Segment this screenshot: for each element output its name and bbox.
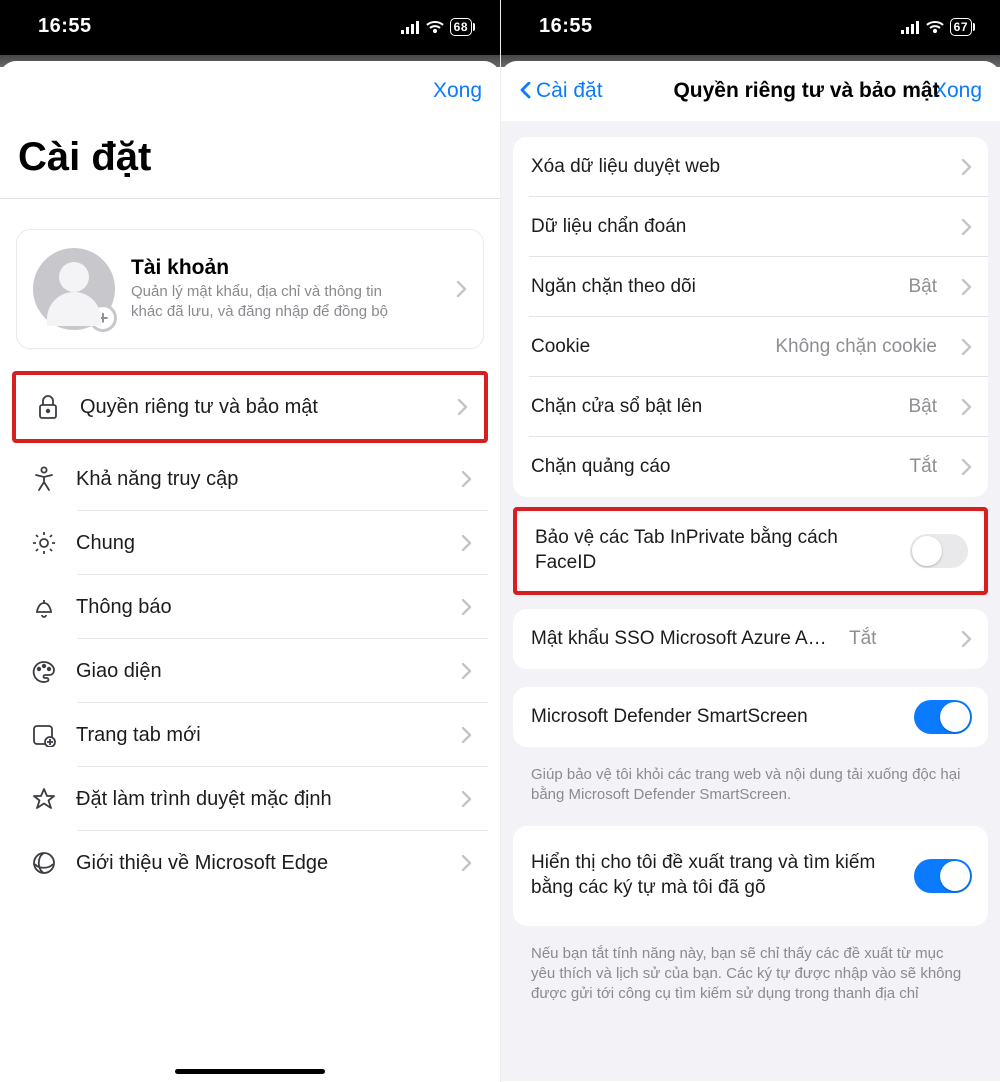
home-indicator[interactable] bbox=[175, 1069, 325, 1074]
row-label: Hiển thị cho tôi đề xuất trang và tìm ki… bbox=[531, 851, 896, 900]
row-value: Không chặn cookie bbox=[775, 336, 937, 358]
row-accessibility[interactable]: Khả năng truy cập bbox=[12, 447, 488, 511]
row-clear-browsing-data[interactable]: Xóa dữ liệu duyệt web bbox=[513, 137, 988, 197]
cellular-signal-icon bbox=[401, 20, 420, 34]
row-notifications[interactable]: Thông báo bbox=[12, 575, 488, 639]
toggle-suggestions[interactable] bbox=[914, 859, 972, 893]
privacy-group-1: Xóa dữ liệu duyệt web Dữ liệu chẩn đoán … bbox=[513, 137, 988, 497]
new-tab-icon bbox=[30, 723, 58, 747]
star-icon bbox=[30, 786, 58, 812]
row-popup-blocker[interactable]: Chặn cửa sổ bật lên Bật bbox=[513, 377, 988, 437]
chevron-right-icon bbox=[461, 471, 472, 487]
row-label: Trang tab mới bbox=[76, 724, 443, 747]
row-search-suggestions[interactable]: Hiển thị cho tôi đề xuất trang và tìm ki… bbox=[513, 826, 988, 926]
chevron-right-icon bbox=[961, 339, 972, 355]
chevron-right-icon bbox=[961, 279, 972, 295]
row-appearance[interactable]: Giao diện bbox=[12, 639, 488, 703]
row-label: Giới thiệu về Microsoft Edge bbox=[76, 852, 443, 875]
account-title: Tài khoản bbox=[131, 256, 391, 280]
row-label: Chặn cửa sổ bật lên bbox=[531, 396, 890, 418]
row-value: Bật bbox=[908, 276, 937, 298]
done-button[interactable]: Xong bbox=[433, 79, 482, 103]
row-label: Mật khẩu SSO Microsoft Azure Ac... bbox=[531, 628, 831, 650]
row-tracking-prevention[interactable]: Ngăn chặn theo dõi Bật bbox=[513, 257, 988, 317]
chevron-right-icon bbox=[961, 159, 972, 175]
row-ad-block[interactable]: Chặn quảng cáo Tắt bbox=[513, 437, 988, 497]
chevron-left-icon bbox=[519, 82, 532, 100]
account-subtitle: Quản lý mật khẩu, địa chỉ và thông tin k… bbox=[131, 282, 391, 323]
row-diagnostics[interactable]: Dữ liệu chẩn đoán bbox=[513, 197, 988, 257]
palette-icon bbox=[30, 659, 58, 683]
chevron-right-icon bbox=[461, 791, 472, 807]
row-value: Tắt bbox=[849, 628, 876, 650]
left-screenshot: 16:55 68 Xong Cài đặt + Tài khoản Quản l… bbox=[0, 0, 500, 1082]
row-label: Khả năng truy cập bbox=[76, 468, 443, 491]
row-new-tab[interactable]: Trang tab mới bbox=[12, 703, 488, 767]
row-label: Giao diện bbox=[76, 660, 443, 683]
status-bar: 16:55 67 bbox=[501, 0, 1000, 55]
chevron-right-icon bbox=[961, 459, 972, 475]
row-cookies[interactable]: Cookie Không chặn cookie bbox=[513, 317, 988, 377]
chevron-right-icon bbox=[461, 855, 472, 871]
status-time: 16:55 bbox=[38, 15, 92, 38]
row-value: Tắt bbox=[910, 456, 937, 478]
right-screenshot: 16:55 67 Cài đặt Quyền riêng tư và bảo m… bbox=[500, 0, 1000, 1082]
wifi-icon bbox=[926, 20, 944, 33]
chevron-right-icon bbox=[457, 399, 468, 415]
nav-title: Quyền riêng tư và bảo mật bbox=[647, 79, 967, 103]
chevron-right-icon bbox=[461, 663, 472, 679]
toggle-defender[interactable] bbox=[914, 700, 972, 734]
row-label: Cookie bbox=[531, 336, 757, 358]
row-label: Quyền riêng tư và bảo mật bbox=[80, 396, 439, 419]
defender-note: Giúp bảo vệ tôi khỏi các trang web và nộ… bbox=[513, 765, 988, 810]
avatar-icon: + bbox=[33, 248, 115, 330]
toggle-faceid-inprivate[interactable] bbox=[910, 534, 968, 568]
suggestions-note: Nếu bạn tắt tính năng này, bạn sẽ chỉ th… bbox=[513, 944, 988, 1009]
page-title: Cài đặt bbox=[0, 121, 500, 198]
gear-icon bbox=[30, 530, 58, 556]
nav-bar: Xong bbox=[0, 61, 500, 121]
nav-bar: Cài đặt Quyền riêng tư và bảo mật Xong bbox=[501, 61, 1000, 121]
row-privacy-security[interactable]: Quyền riêng tư và bảo mật bbox=[16, 375, 484, 439]
back-button[interactable]: Cài đặt bbox=[519, 79, 603, 103]
row-sso-azure[interactable]: Mật khẩu SSO Microsoft Azure Ac... Tắt bbox=[513, 609, 988, 669]
row-default-browser[interactable]: Đặt làm trình duyệt mặc định bbox=[12, 767, 488, 831]
row-label: Bảo vệ các Tab InPrivate bằng cách FaceI… bbox=[535, 526, 892, 575]
status-time: 16:55 bbox=[539, 15, 593, 38]
chevron-right-icon bbox=[456, 281, 467, 297]
row-defender-smartscreen[interactable]: Microsoft Defender SmartScreen bbox=[513, 687, 988, 747]
battery-indicator: 68 bbox=[450, 18, 472, 36]
row-label: Chung bbox=[76, 532, 443, 555]
chevron-right-icon bbox=[961, 219, 972, 235]
row-label: Dữ liệu chẩn đoán bbox=[531, 216, 943, 238]
chevron-right-icon bbox=[461, 727, 472, 743]
row-value: Bật bbox=[908, 396, 937, 418]
row-faceid-inprivate[interactable]: Bảo vệ các Tab InPrivate bằng cách FaceI… bbox=[517, 511, 984, 591]
chevron-right-icon bbox=[961, 631, 972, 647]
row-label: Thông báo bbox=[76, 596, 443, 619]
chevron-right-icon bbox=[961, 399, 972, 415]
wifi-icon bbox=[426, 20, 444, 33]
row-label: Microsoft Defender SmartScreen bbox=[531, 706, 896, 728]
row-about-edge[interactable]: Giới thiệu về Microsoft Edge bbox=[12, 831, 488, 895]
edge-icon bbox=[30, 850, 58, 876]
chevron-right-icon bbox=[461, 599, 472, 615]
status-bar: 16:55 68 bbox=[0, 0, 500, 55]
row-general[interactable]: Chung bbox=[12, 511, 488, 575]
account-card[interactable]: + Tài khoản Quản lý mật khẩu, địa chỉ và… bbox=[16, 229, 484, 349]
row-label: Chặn quảng cáo bbox=[531, 456, 892, 478]
cellular-signal-icon bbox=[901, 20, 920, 34]
accessibility-icon bbox=[30, 466, 58, 492]
bell-icon bbox=[30, 594, 58, 620]
back-label: Cài đặt bbox=[536, 79, 603, 103]
row-label: Ngăn chặn theo dõi bbox=[531, 276, 890, 298]
lock-icon bbox=[34, 394, 62, 420]
row-label: Đặt làm trình duyệt mặc định bbox=[76, 788, 443, 811]
battery-indicator: 67 bbox=[950, 18, 972, 36]
row-label: Xóa dữ liệu duyệt web bbox=[531, 156, 943, 178]
chevron-right-icon bbox=[461, 535, 472, 551]
